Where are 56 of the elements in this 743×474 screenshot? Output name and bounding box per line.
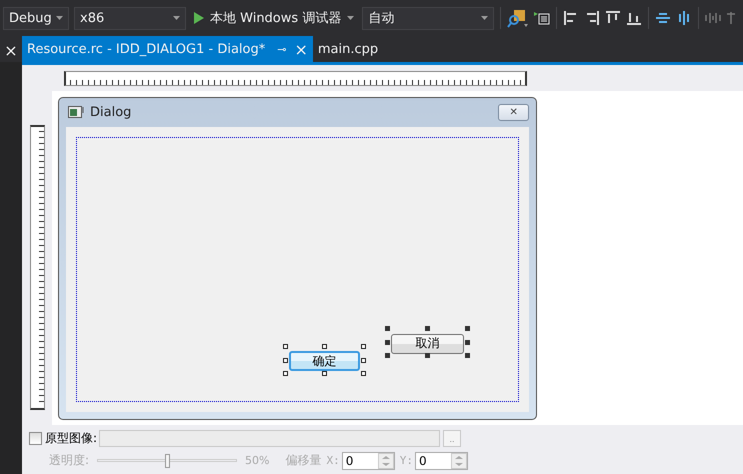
resize-handle[interactable] [322, 344, 327, 349]
resize-handle[interactable] [465, 353, 470, 358]
align-top-icon[interactable] [605, 10, 622, 26]
y-offset-field[interactable]: 0 [415, 452, 468, 470]
resize-handle[interactable] [385, 353, 390, 358]
play-icon [194, 12, 204, 24]
checkbox[interactable] [29, 432, 42, 445]
image-path-field[interactable] [99, 430, 440, 447]
caret-icon [347, 16, 354, 20]
resize-handle[interactable] [283, 358, 288, 362]
document-tab[interactable]: Resource.rc - IDD_DIALOG1 - Dialog* ⊸ × [22, 36, 313, 62]
resize-handle[interactable] [465, 326, 470, 331]
document-tab[interactable]: main.cpp [312, 36, 384, 62]
dialog-icon [68, 106, 84, 119]
opacity-label: 透明度: [49, 452, 90, 469]
close-button[interactable]: × [0, 40, 22, 62]
opacity-slider[interactable] [97, 454, 238, 468]
resize-handle[interactable] [425, 326, 430, 331]
space-across-icon[interactable] [705, 10, 722, 26]
tab-order-icon[interactable] [534, 10, 550, 26]
dialog-title: Dialog [90, 105, 132, 120]
platform-dropdown[interactable]: x86 [74, 6, 186, 30]
y-label: Y: [400, 454, 413, 467]
align-bottom-icon[interactable] [626, 10, 642, 26]
prototype-image-label: 原型图像: [45, 430, 98, 447]
resize-handle[interactable] [361, 344, 366, 349]
dialog-window[interactable]: Dialog ✕ 确定 取消 [58, 97, 537, 420]
caret-icon [56, 16, 63, 20]
dialog-button[interactable]: 确定 [289, 351, 360, 371]
close-button[interactable]: ✕ [498, 104, 529, 121]
target-dropdown[interactable]: 自动 [362, 6, 494, 30]
start-debugging-button[interactable]: 本地 Windows 调试器 [191, 9, 358, 27]
offset-label: 偏移量 [286, 452, 322, 469]
resize-handle[interactable] [322, 371, 327, 376]
slider-thumb[interactable] [165, 454, 170, 468]
caret-icon [481, 16, 488, 20]
caret-icon [173, 16, 180, 20]
opacity-value: 50% [245, 454, 270, 467]
center-vertical-icon[interactable] [655, 10, 672, 26]
x-offset-field[interactable]: 0 [342, 452, 395, 470]
dialog-button[interactable]: 取消 [391, 334, 464, 354]
resize-handle[interactable] [425, 353, 430, 358]
resize-handle[interactable] [283, 344, 288, 349]
space-down-icon[interactable] [726, 10, 736, 26]
resize-handle[interactable] [361, 358, 366, 362]
resize-handle[interactable] [465, 340, 470, 344]
resize-handle[interactable] [385, 326, 390, 331]
close-tab-button[interactable]: × [294, 40, 308, 58]
find-icon[interactable] [507, 8, 530, 28]
resize-handle[interactable] [361, 371, 366, 376]
x-label: X: [326, 454, 340, 467]
resize-handle[interactable] [385, 340, 390, 344]
align-right-icon[interactable] [584, 10, 600, 26]
configuration-dropdown[interactable]: Debug [3, 6, 69, 30]
pin-button[interactable]: ⊸ [277, 42, 286, 56]
resize-handle[interactable] [283, 371, 288, 376]
